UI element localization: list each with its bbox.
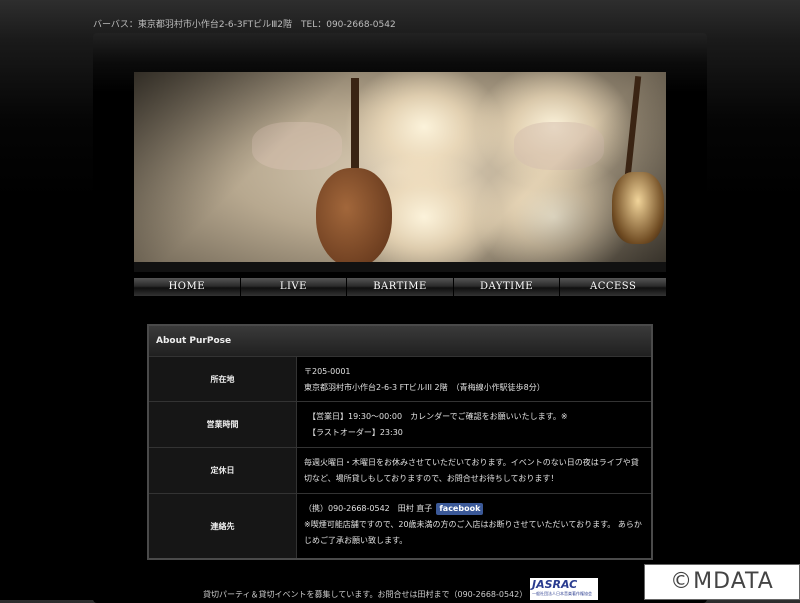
row-value: 毎週火曜日・木曜日をお休みさせていただいております。イベントのない日の夜はライブ… [297,448,651,493]
watermark: ©MDATA [644,564,800,600]
row-label: 連絡先 [149,494,297,558]
jasrac-logo[interactable]: JASRAC 一般社団法人日本音楽著作権協会 [530,578,598,600]
value-line: ※喫煙可能店舗ですので、20歳未満の方のご入店はお断りさせていただいております。… [304,520,642,529]
value-line: 毎週火曜日・木曜日をお休みさせていただいております。イベントのない日の夜はライブ… [304,458,639,467]
info-row-contact: 連絡先 （携）090-2668-0542 田村 直子 facebook ※喫煙可能… [149,493,651,558]
value-line: 東京都羽村市小作台2-6-3 FTビルIII 2階 （青梅線小作駅徒歩8分） [304,383,545,392]
header-address: バーバス：東京都羽村市小作台2-6-3FTビルⅢ2階 TEL：090-2668-… [93,20,396,30]
info-row-closed: 定休日 毎週火曜日・木曜日をお休みさせていただいております。イベントのない日の夜… [149,447,651,493]
row-label: 定休日 [149,448,297,493]
hero-image [134,72,666,272]
jasrac-logo-text: JASRAC [532,578,578,591]
nav-bartime[interactable]: BARTIME [347,278,454,296]
main-nav: HOME LIVE BARTIME DAYTIME ACCESS [134,278,666,296]
facebook-icon[interactable]: facebook [436,502,484,515]
acoustic-guitar-neck [351,78,359,178]
value-line: 〒205-0001 [304,367,351,376]
contact-phone: （携）090-2668-0542 田村 直子 [304,504,433,513]
value-line: 切など、場所貸しもしておりますので、お問合せお待ちしております！ [304,474,559,483]
contact-line: （携）090-2668-0542 田村 直子 facebook [304,501,644,517]
nav-home[interactable]: HOME [134,278,241,296]
row-value: 【営業日】19:30〜00:00 カレンダーでご確認をお願いいたします。※ 【ラ… [297,402,651,447]
about-panel: About PurPose 所在地 〒205-0001 東京都羽村市小作台2-6… [147,324,653,560]
about-title: About PurPose [149,326,651,356]
row-value: （携）090-2668-0542 田村 直子 facebook ※喫煙可能店舗です… [297,494,651,558]
jasrac-logo-subtext: 一般社団法人日本音楽著作権協会 [532,591,592,596]
nav-daytime[interactable]: DAYTIME [453,278,561,296]
info-row-hours: 営業時間 【営業日】19:30〜00:00 カレンダーでご確認をお願いいたします… [149,401,651,447]
value-line: じめご了承お願い致します。 [304,536,408,545]
value-line: 【営業日】19:30〜00:00 カレンダーでご確認をお願いいたします。※ [304,412,568,421]
electric-guitar [612,172,664,244]
nav-access[interactable]: ACCESS [560,278,666,296]
row-label: 所在地 [149,357,297,401]
info-row-address: 所在地 〒205-0001 東京都羽村市小作台2-6-3 FTビルIII 2階 … [149,356,651,401]
row-label: 営業時間 [149,402,297,447]
footer-text: 貸切パーティ＆貸切イベントを募集しています。お問合せは田村まで（090-2668… [203,590,528,599]
acoustic-guitar [316,168,392,268]
value-line: 【ラストオーダー】23:30 [304,428,403,437]
row-value: 〒205-0001 東京都羽村市小作台2-6-3 FTビルIII 2階 （青梅線… [297,357,651,401]
nav-live[interactable]: LIVE [240,278,348,296]
